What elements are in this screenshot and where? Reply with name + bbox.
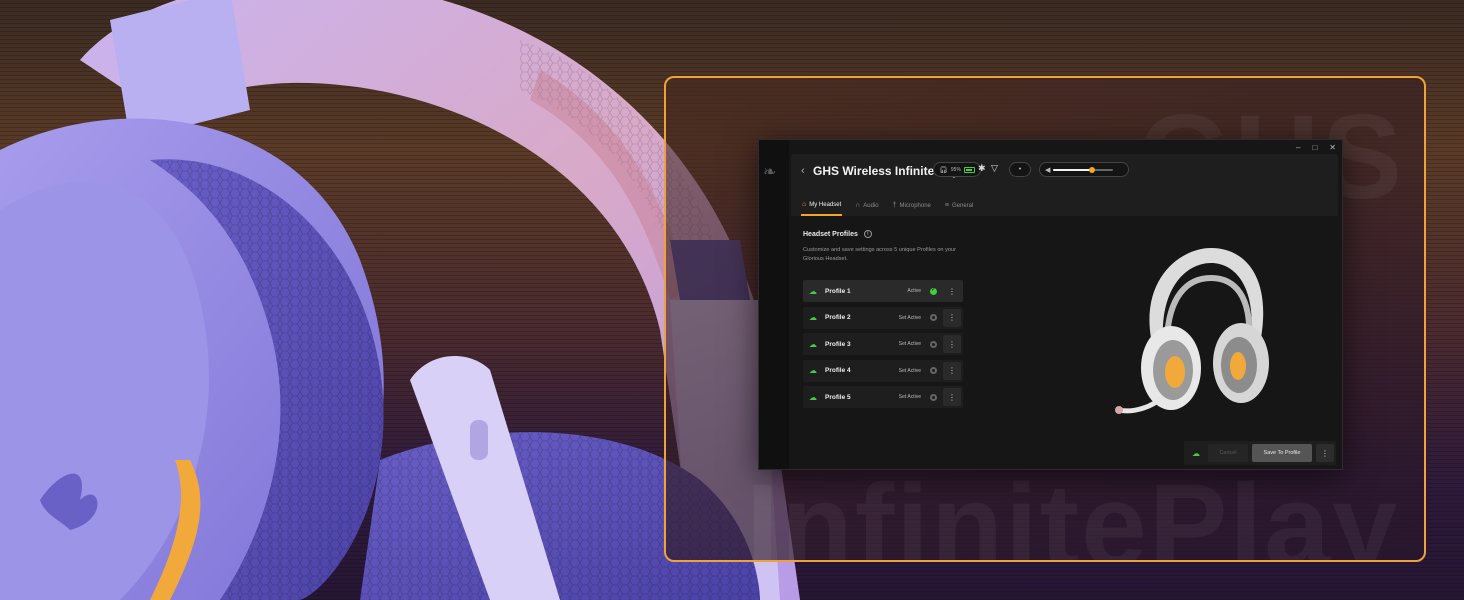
app-window: ❧ – □ ✕ ‹ GHS Wireless InfinitePlay 🎧︎ 9… [758,139,1343,470]
profile-status[interactable]: Set Active [899,315,921,321]
profile-name: Profile 1 [825,287,851,295]
microphone-icon: • [1018,166,1022,173]
sidebar: ❧ [759,140,789,469]
cancel-button[interactable]: Cancel [1208,444,1248,462]
cloud-sync-icon: ☁ [809,339,817,349]
profile-options-icon[interactable]: ⋮ [943,335,961,353]
battery-percent: 95% [950,166,961,173]
profile-status[interactable]: Set Active [899,394,921,400]
minimize-icon[interactable]: – [1296,143,1300,152]
set-active-radio-icon[interactable] [930,340,937,348]
tab-audio[interactable]: ∩ Audio [854,201,879,216]
info-icon[interactable]: i [863,230,872,238]
tab-my-headset[interactable]: ⌂ My Headset [801,201,843,216]
volume-slider-fill [1053,168,1093,171]
profile-status[interactable]: Active [907,288,921,294]
profile-list: ☁ Profile 1 Active ⋮ ☁ Profile 2 Set Active ⋮ ☁ P… [803,280,963,413]
profile-status[interactable]: Set Active [899,368,921,374]
tab-bar: ⌂ My Headset ∩ Audio † Microphone ≡ Gene… [801,201,974,216]
profile-name: Profile 5 [825,393,851,401]
headset-product-image [1115,248,1269,414]
cloud-sync-icon: ☁ [809,286,817,296]
profile-status[interactable]: Set Active [899,341,921,347]
battery-icon [963,166,975,173]
profile-options-icon[interactable]: ⋮ [943,388,961,406]
microphone-icon: † [892,202,897,209]
home-icon: ⌂ [802,201,807,208]
profile-name: Profile 2 [825,314,851,321]
tab-general[interactable]: ≡ General [944,201,974,216]
cloud-sync-icon: ☁ [809,366,817,375]
glorious-logo-icon: ❧ [763,164,777,181]
profile-options-icon[interactable]: ⋮ [943,361,961,380]
save-to-profile-button[interactable]: Save To Profile [1252,444,1312,462]
cloud-sync-icon: ☁ [1192,448,1200,458]
volume-slider-knob[interactable] [1089,166,1096,173]
wifi-icon[interactable]: ▽ [991,163,998,174]
more-options-icon[interactable]: ⋮ [1316,444,1334,462]
device-header: ‹ GHS Wireless InfinitePlay 🎧︎ 95% ✱ ▽ •… [791,154,1338,216]
speaker-icon: ◀ [1045,166,1051,174]
back-chevron-icon[interactable]: ‹ [801,165,805,177]
profile-row[interactable]: ☁ Profile 1 Active ⋮ [803,280,963,302]
volume-slider[interactable] [1053,166,1114,173]
set-active-radio-icon[interactable] [930,367,937,374]
action-bar: ☁ Cancel Save To Profile ⋮ [1184,441,1336,465]
tab-microphone[interactable]: † Microphone [892,201,932,216]
volume-control[interactable]: ◀ [1039,162,1129,177]
battery-status: 🎧︎ 95% [933,162,981,177]
maximize-icon[interactable]: □ [1312,143,1317,152]
watermark-text: InfinitePlay [746,460,1400,562]
microphone-toggle[interactable]: • [1009,162,1031,177]
window-controls: – □ ✕ [1296,143,1336,152]
profile-name: Profile 3 [825,340,851,348]
close-icon[interactable]: ✕ [1329,143,1336,152]
profile-row[interactable]: ☁ Profile 3 Set Active ⋮ [803,333,963,355]
profile-row[interactable]: ☁ Profile 4 Set Active ⋮ [803,359,963,382]
section-title: Headset Profiles i [803,230,872,238]
section-description: Customize and save settings across 5 uni… [803,247,956,262]
profile-options-icon[interactable]: ⋮ [943,308,961,327]
profile-row[interactable]: ☁ Profile 2 Set Active ⋮ [803,306,963,329]
set-active-radio-icon[interactable] [930,314,937,321]
main-panel: ‹ GHS Wireless InfinitePlay 🎧︎ 95% ✱ ▽ •… [791,154,1338,469]
profile-row[interactable]: ☁ Profile 5 Set Active ⋮ [803,386,963,408]
active-check-icon[interactable] [930,286,937,295]
cloud-sync-icon: ☁ [809,392,817,402]
headphones-icon: 🎧︎ [939,166,948,174]
profile-name: Profile 4 [825,367,851,374]
bluetooth-icon[interactable]: ✱ [978,163,986,174]
cloud-sync-icon: ☁ [809,313,817,322]
headphones-icon: ∩ [855,202,861,209]
sliders-icon: ≡ [944,202,949,209]
set-active-radio-icon[interactable] [930,393,937,401]
profile-options-icon[interactable]: ⋮ [943,282,961,300]
